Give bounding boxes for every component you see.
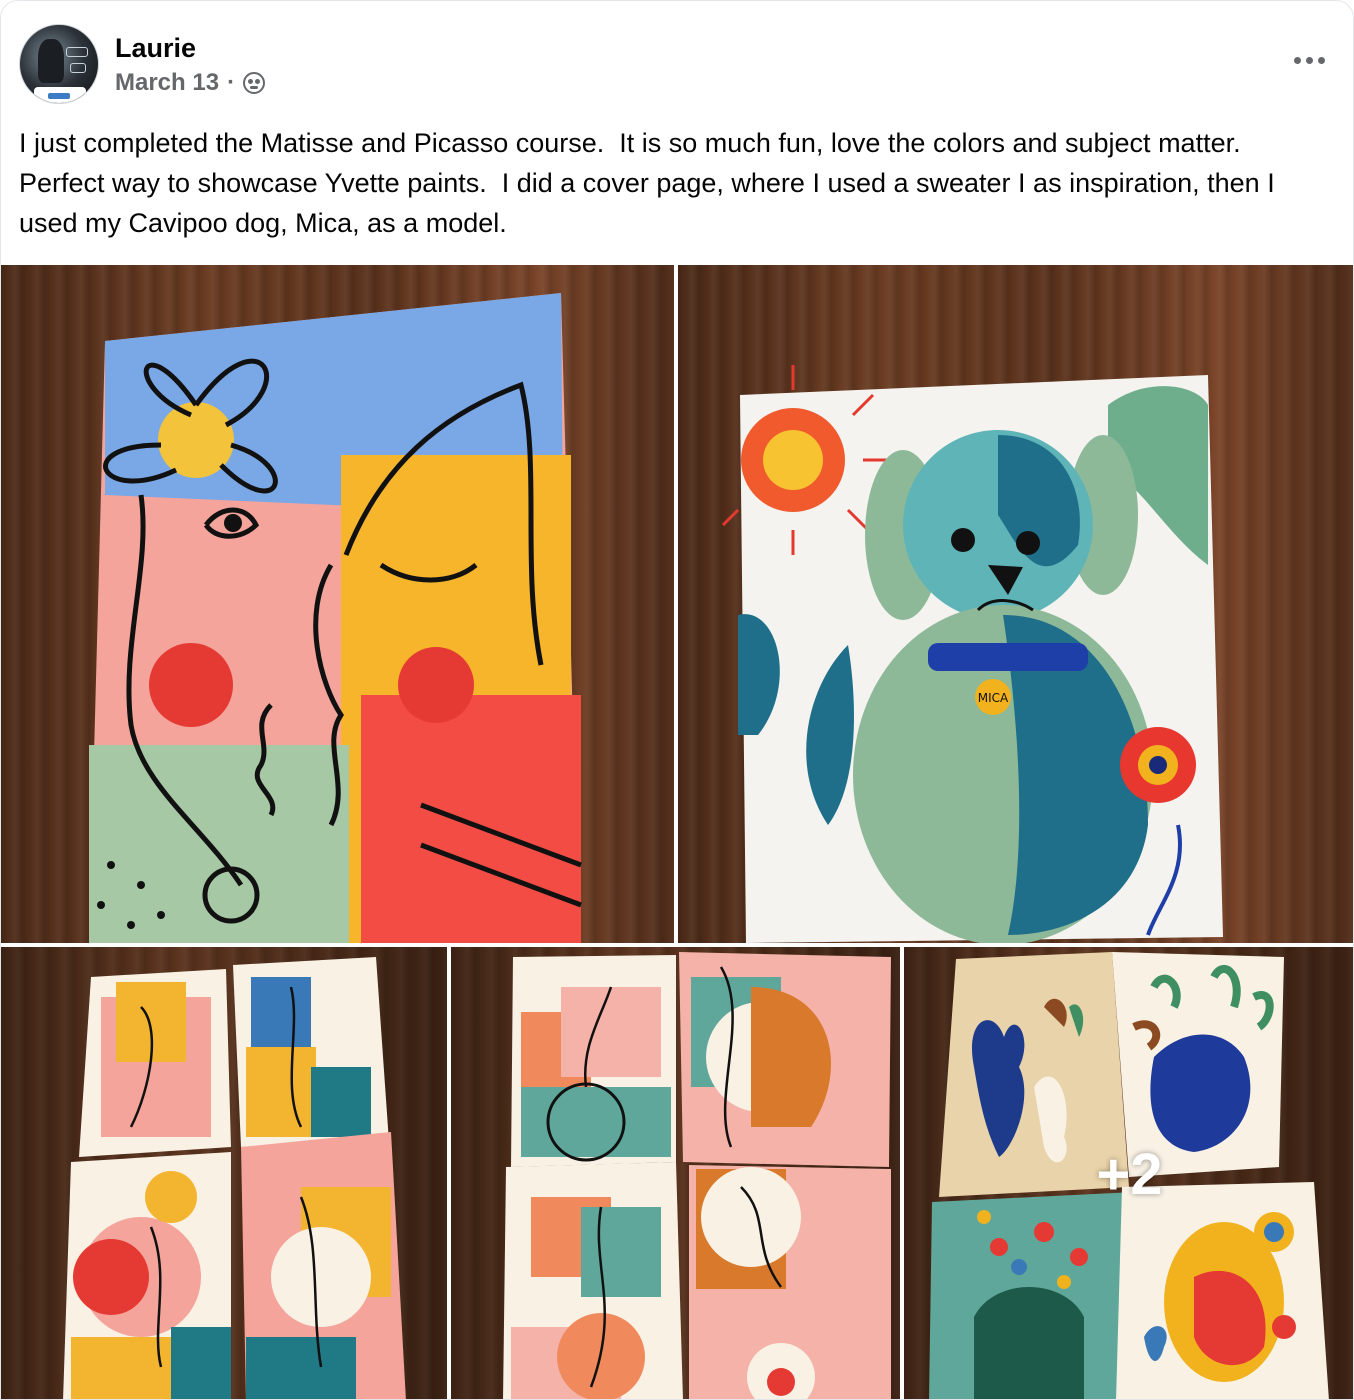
author-name[interactable]: Laurie [115, 31, 265, 65]
photo-5[interactable]: +2 [904, 947, 1353, 1399]
photo-grid: MICA +2 [1, 265, 1353, 1399]
photo-4[interactable] [451, 947, 900, 1399]
paintings-vases-set [503, 952, 891, 1399]
post-text: I just completed the Matisse and Picasso… [19, 128, 1283, 238]
post-subline: March 13 · [115, 69, 266, 97]
paintings-faces-set [63, 957, 406, 1399]
photo-1[interactable] [1, 265, 674, 943]
post-card: Laurie March 13 · I just completed the M… [0, 0, 1354, 1400]
photo-3[interactable] [1, 947, 447, 1399]
photo-2[interactable]: MICA [678, 265, 1353, 943]
painting-two-faces [89, 293, 582, 943]
painting-dog: MICA [721, 365, 1223, 943]
more-dots-icon [1293, 56, 1301, 64]
friends-icon[interactable] [243, 72, 266, 94]
separator: · [227, 69, 236, 96]
post-header: Laurie March 13 · [19, 23, 266, 105]
post-meta: Laurie March 13 · [115, 31, 266, 97]
collar-tag-label: MICA [978, 691, 1009, 705]
more-options-button[interactable] [1287, 45, 1331, 75]
avatar[interactable] [19, 24, 99, 104]
more-photos-count[interactable]: +2 [904, 947, 1353, 1399]
post-date[interactable]: March 13 [115, 69, 219, 97]
